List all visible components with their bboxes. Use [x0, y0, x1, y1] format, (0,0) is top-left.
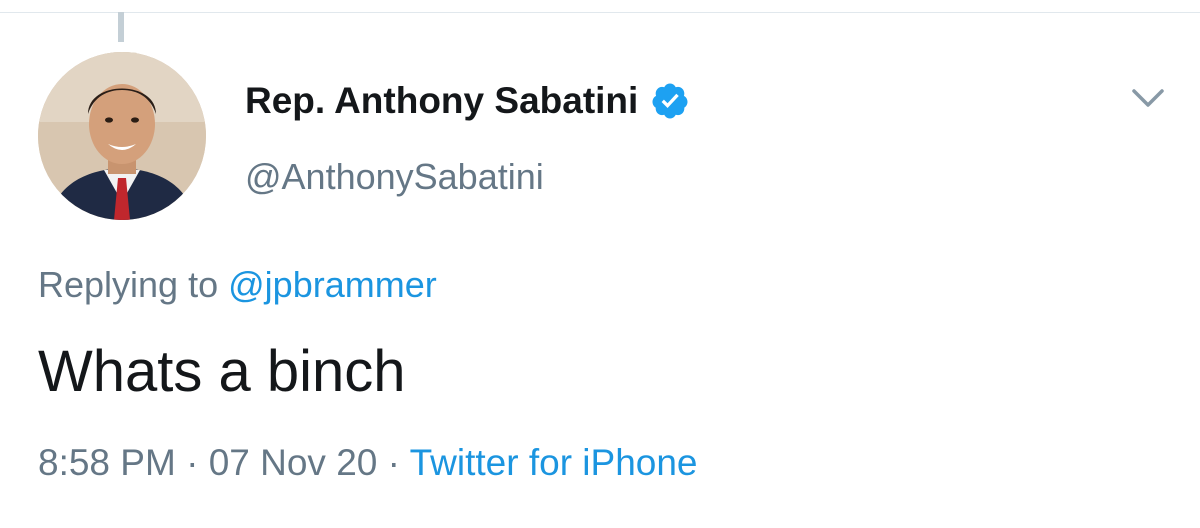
replying-to-handle-link[interactable]: @jpbrammer: [228, 264, 437, 305]
tweet-date[interactable]: 07 Nov 20: [209, 442, 378, 483]
user-handle[interactable]: @AnthonySabatini: [245, 156, 544, 198]
display-name-row[interactable]: Rep. Anthony Sabatini: [245, 76, 690, 126]
tweet-time[interactable]: 8:58 PM: [38, 442, 176, 483]
chevron-down-icon[interactable]: [1128, 84, 1168, 112]
verified-badge-icon: [650, 81, 690, 121]
tweet-source-link[interactable]: Twitter for iPhone: [410, 442, 698, 483]
thread-connector-line: [118, 12, 124, 42]
display-name[interactable]: Rep. Anthony Sabatini: [245, 80, 638, 122]
tweet-meta: 8:58 PM · 07 Nov 20 · Twitter for iPhone: [38, 442, 698, 484]
replying-to-label: Replying to: [38, 264, 219, 305]
tweet-card: Rep. Anthony Sabatini @AnthonySabatini R…: [0, 0, 1200, 528]
avatar[interactable]: [38, 52, 206, 220]
tweet-text: Whats a binch: [38, 339, 406, 404]
meta-separator: ·: [186, 442, 199, 483]
replying-to-line: Replying to @jpbrammer: [38, 264, 437, 306]
meta-separator: ·: [387, 442, 400, 483]
avatar-image: [38, 52, 206, 220]
top-divider: [0, 12, 1200, 13]
